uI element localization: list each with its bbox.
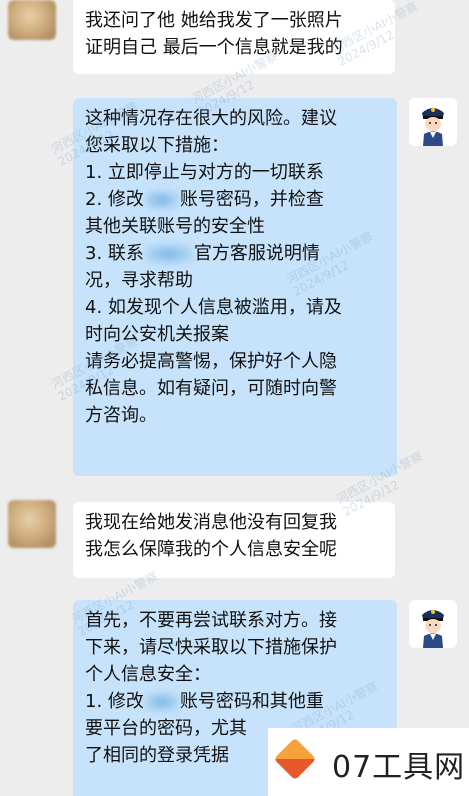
message-line: 个人信息安全： [85, 664, 211, 685]
logo-diamond-icon [273, 737, 317, 781]
site-logo-text: 07工具网 [332, 750, 466, 785]
user-avatar[interactable] [8, 500, 56, 548]
redaction-blur [144, 244, 193, 264]
message-line: 私信息。如有疑问，可随时向警 [85, 378, 337, 399]
message-line: 其他关联账号的安全性 [85, 216, 265, 237]
message-line: 方咨询。 [85, 405, 157, 426]
message-line: 首先，不要再尝试联系对方。接 [85, 610, 337, 631]
bot-message-bubble: 这种情况存在很大的风险。建议 您采取以下措施： 1. 立即停止与对方的一切联系 … [73, 98, 397, 476]
message-line: 我还问了他 她给我发了一张照片 [85, 10, 343, 31]
message-line: 时向公安机关报案 [85, 324, 229, 345]
message-line: 这种情况存在很大的风险。建议 [85, 108, 337, 129]
user-message-bubble: 我还问了他 她给我发了一张照片 证明自己 最后一个信息就是我的 [73, 0, 395, 74]
message-line: 3. 联系 官方客服说明情 [85, 243, 320, 264]
police-officer-icon [409, 600, 457, 648]
police-officer-icon [409, 98, 457, 146]
message-line: 我现在给她发消息他没有回复我 [85, 512, 337, 533]
message-line: 我怎么保障我的个人信息安全呢 [85, 539, 337, 560]
message-line: 1. 修改 账号密码和其他重 [85, 691, 324, 712]
message-line: 下来，请尽快采取以下措施保护 [85, 637, 337, 658]
user-avatar[interactable] [8, 0, 56, 40]
message-line: 您采取以下措施： [85, 135, 229, 156]
user-message-bubble: 我现在给她发消息他没有回复我 我怎么保障我的个人信息安全呢 [73, 502, 395, 578]
police-bot-avatar[interactable] [409, 98, 457, 146]
message-line: 况，寻求帮助 [85, 270, 193, 291]
message-line: 证明自己 最后一个信息就是我的 [85, 37, 343, 58]
site-logo: 07工具网 [268, 728, 469, 796]
message-line: 2. 修改 账号密码，并检查 [85, 189, 324, 210]
message-line: 请务必提高警惕，保护好个人隐 [85, 351, 337, 372]
message-line: 4. 如发现个人信息被滥用，请及 [85, 297, 342, 318]
redaction-blur [144, 190, 179, 210]
police-bot-avatar[interactable] [409, 600, 457, 648]
redaction-blur [144, 692, 179, 712]
message-line: 1. 立即停止与对方的一切联系 [85, 162, 324, 183]
